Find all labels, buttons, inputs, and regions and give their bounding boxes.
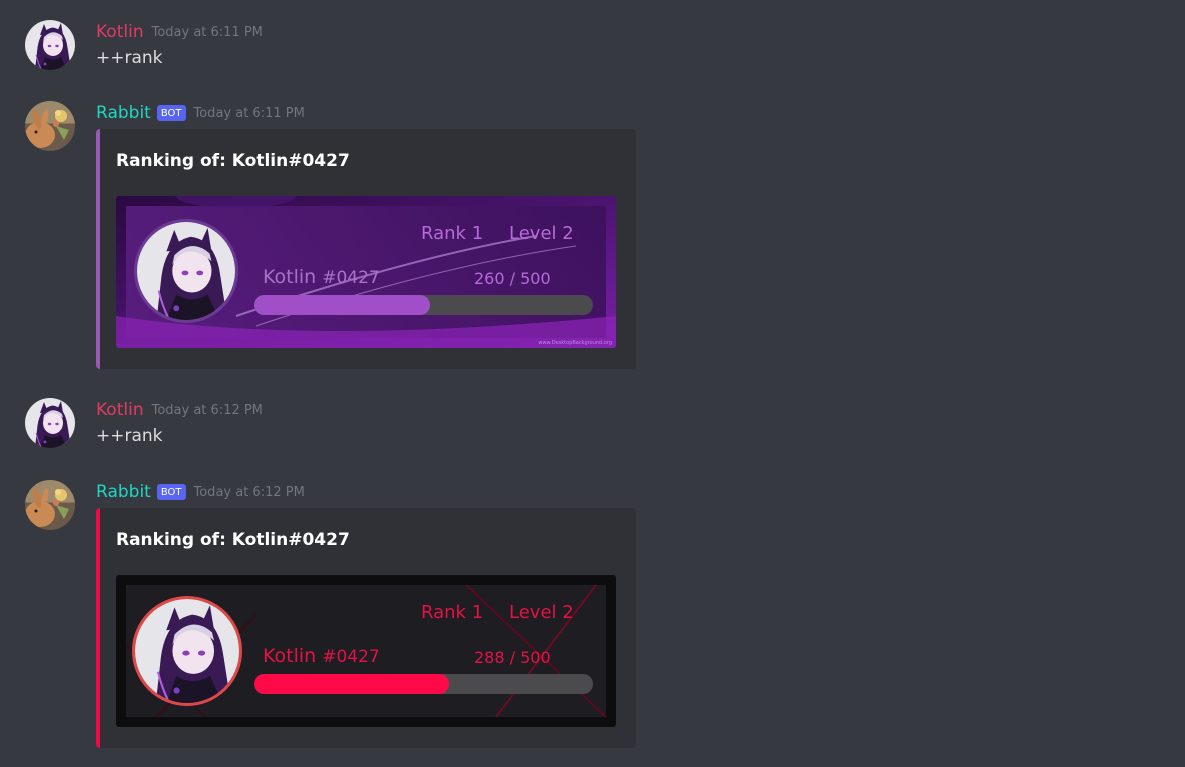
kotlin-avatar-icon[interactable] <box>25 20 75 70</box>
username[interactable]: Rabbit <box>96 103 151 123</box>
card-avatar-icon <box>134 219 238 323</box>
card-username: Kotlin #0427 <box>263 645 380 667</box>
card-username-discriminator: #0427 <box>322 647 380 667</box>
card-username: Kotlin #0427 <box>263 266 380 288</box>
rabbit-avatar-icon[interactable] <box>25 480 75 530</box>
rank-card-image[interactable]: Rank 1 Level 2 Kotlin #0427 260 / 500 ww… <box>116 196 616 348</box>
card-username-discriminator: #0427 <box>322 268 380 288</box>
xp-progress-track <box>254 674 593 694</box>
card-username-name: Kotlin <box>263 645 317 667</box>
username[interactable]: Rabbit <box>96 482 151 502</box>
card-username-name: Kotlin <box>263 266 317 288</box>
xp-progress-fill <box>254 295 431 315</box>
rank-card-image[interactable]: Rank 1 Level 2 Kotlin #0427 288 / 500 <box>116 575 616 727</box>
level-label: Level 2 <box>509 223 574 244</box>
xp-text: 260 / 500 <box>474 269 551 288</box>
embed-accent-bar <box>96 508 100 748</box>
embed-title: Ranking of: Kotlin#0427 <box>116 151 350 171</box>
bot-badge: BOT <box>156 484 186 500</box>
timestamp[interactable]: Today at 6:12 PM <box>152 403 263 418</box>
kotlin-avatar-icon[interactable] <box>25 398 75 448</box>
card-avatar-icon <box>132 596 242 706</box>
timestamp[interactable]: Today at 6:11 PM <box>152 25 263 40</box>
watermark-text: www.DesktopBackground.org <box>538 340 612 346</box>
message-text: ++rank <box>96 48 163 68</box>
rank-label: Rank 1 <box>421 602 484 623</box>
message-header: Rabbit BOT Today at 6:11 PM <box>96 101 305 125</box>
xp-text: 288 / 500 <box>474 648 551 667</box>
timestamp[interactable]: Today at 6:12 PM <box>194 485 305 500</box>
xp-progress-track <box>254 295 593 315</box>
xp-progress-fill <box>254 674 450 694</box>
username[interactable]: Kotlin <box>96 22 144 42</box>
message-header: Kotlin Today at 6:11 PM <box>96 20 263 44</box>
chat-messages: Kotlin Today at 6:11 PM ++rank Rabbit BO… <box>0 0 1185 767</box>
rabbit-avatar-icon[interactable] <box>25 101 75 151</box>
rank-embed: Ranking of: Kotlin#0427 Rank 1 Level 2 K… <box>96 508 636 748</box>
timestamp[interactable]: Today at 6:11 PM <box>194 106 305 121</box>
level-label: Level 2 <box>509 602 574 623</box>
message-text: ++rank <box>96 426 163 446</box>
rank-embed: Ranking of: Kotlin#0427 Rank 1 Level 2 K… <box>96 129 636 369</box>
embed-accent-bar <box>96 129 100 369</box>
embed-title: Ranking of: Kotlin#0427 <box>116 530 350 550</box>
rank-label: Rank 1 <box>421 223 484 244</box>
username[interactable]: Kotlin <box>96 400 144 420</box>
message-header: Rabbit BOT Today at 6:12 PM <box>96 480 305 504</box>
bot-badge: BOT <box>156 105 186 121</box>
message-header: Kotlin Today at 6:12 PM <box>96 398 263 422</box>
